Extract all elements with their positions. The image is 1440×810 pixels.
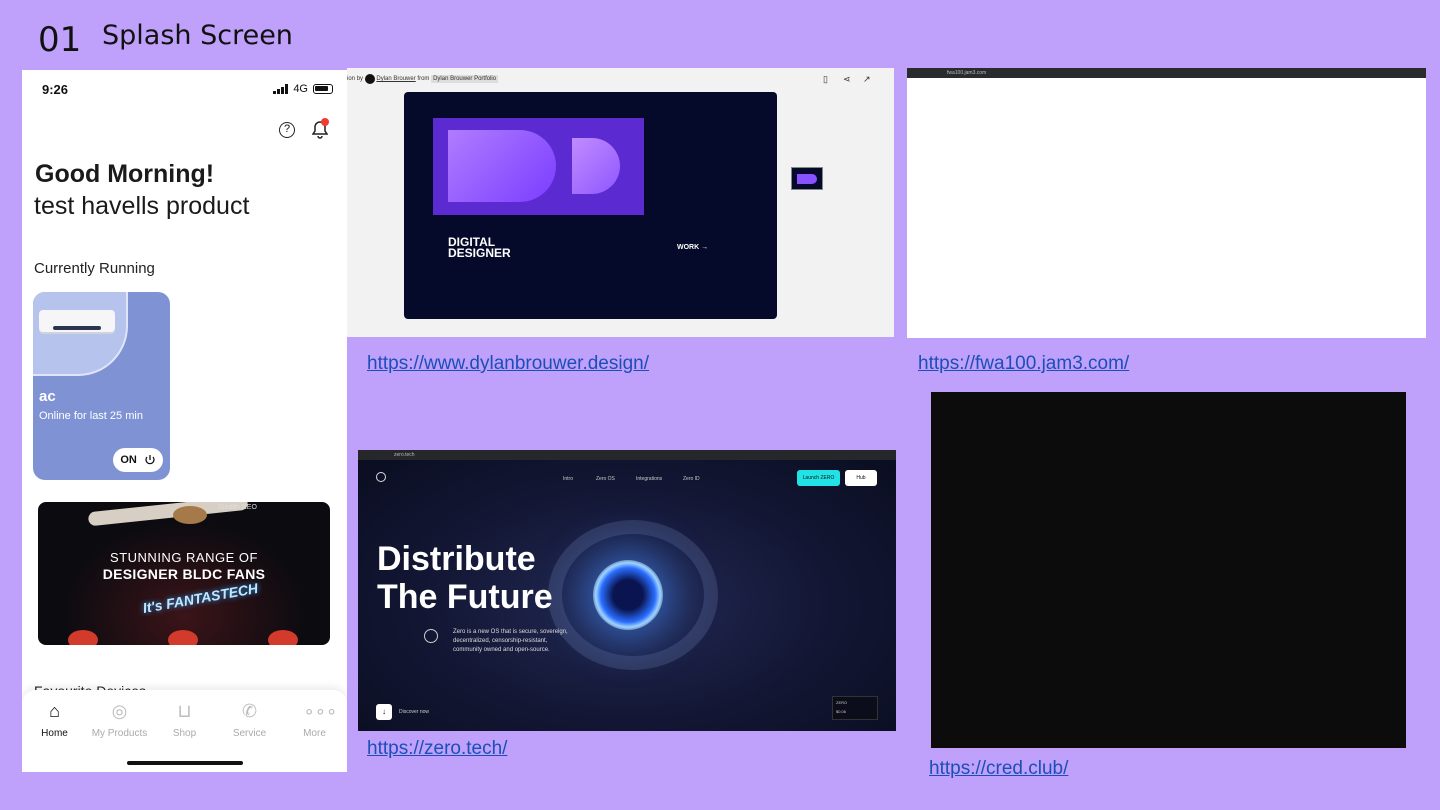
toolbar-by: by xyxy=(356,76,364,82)
ticker-name: ZERO xyxy=(836,700,848,705)
screenshot-cred xyxy=(931,392,1406,748)
tab-label: Shop xyxy=(172,728,197,739)
discover-link: Discover now xyxy=(399,709,430,715)
site-headline: DIGITAL DESIGNER xyxy=(448,235,511,260)
bottom-tab-bar: ⌂ Home ◎ My Products ⊔ Shop ✆ Service ∘∘∘ Mor… xyxy=(22,690,347,772)
link-zero[interactable]: https://zero.tech/ xyxy=(367,738,507,760)
fan-product xyxy=(68,630,98,645)
power-toggle[interactable]: ON xyxy=(113,448,163,472)
moon-icon xyxy=(424,629,438,643)
promo-banner[interactable]: Stealth NEO STUNNING RANGE OF DESIGNER B… xyxy=(38,502,330,645)
tab-label: Home xyxy=(41,728,68,739)
collection-link[interactable]: Dylan Brouwer Portfolio xyxy=(431,75,499,83)
fan-product xyxy=(168,630,198,645)
ac-vent xyxy=(53,326,101,330)
tab-home[interactable]: ⌂ Home xyxy=(22,700,87,739)
ticker-value: $0.06 xyxy=(836,709,847,714)
tab-label: Service xyxy=(232,728,267,739)
device-card[interactable]: ac Online for last 25 min ON xyxy=(33,292,170,480)
slide-number: 01 xyxy=(38,20,82,60)
status-time: 9:26 xyxy=(42,82,69,97)
banner-brand: Stealth NEO xyxy=(218,504,257,511)
device-status: Online for last 25 min xyxy=(39,410,143,422)
viewer-toolbar: ion by Dylan Brouwer from Dylan Brouwer … xyxy=(347,68,894,90)
tab-label: More xyxy=(303,728,326,739)
price-ticker: ZERO $0.06 xyxy=(832,696,878,720)
screenshot-fwa100: fwa100.jam3.com xyxy=(907,68,1426,338)
link-dylanbrouwer[interactable]: https://www.dylanbrouwer.design/ xyxy=(367,353,649,375)
greeting: Good Morning! xyxy=(35,160,215,188)
site-preview: DIGITAL DESIGNER WORK → xyxy=(404,92,777,319)
notification-dot xyxy=(321,118,329,126)
browser-bar: zero.tech xyxy=(358,450,896,460)
link-fwa100[interactable]: https://fwa100.jam3.com/ xyxy=(918,353,1129,375)
tab-label: My Products xyxy=(91,728,148,739)
tab-shop[interactable]: ⊔ Shop xyxy=(152,700,217,739)
status-indicators: 4G xyxy=(273,83,333,95)
section-currently-running: Currently Running xyxy=(34,260,155,277)
logo-d-shape xyxy=(448,130,556,202)
nav-intro: Intro xyxy=(563,476,574,482)
tab-service[interactable]: ✆ Service xyxy=(217,700,282,739)
zero-description: Zero is a new OS that is secure, soverei… xyxy=(453,629,568,653)
home-icon: ⌂ xyxy=(49,701,60,721)
signal-icon xyxy=(273,84,289,94)
orb-graphic xyxy=(593,560,663,630)
zero-headline-1: Distribute xyxy=(377,540,536,578)
tab-more[interactable]: ∘∘∘ More xyxy=(282,700,347,739)
banner-line2: DESIGNER BLDC FANS xyxy=(102,566,266,582)
banner-line1: STUNNING RANGE OF xyxy=(110,550,258,565)
hub-button: Hub xyxy=(845,470,877,486)
nav-integrations: Integrations xyxy=(636,476,663,482)
share-icon[interactable]: ⋖ xyxy=(843,74,851,85)
zero-headline-2: The Future xyxy=(377,578,553,616)
nav-zero-id: Zero ID xyxy=(683,476,700,482)
zero-logo-icon xyxy=(376,472,386,482)
device-illustration xyxy=(33,292,128,376)
work-link: WORK → xyxy=(677,244,709,251)
launch-button: Launch ZERO xyxy=(797,470,840,486)
battery-icon xyxy=(313,84,333,94)
toolbar-from: from xyxy=(417,76,430,82)
toolbar-prefix: ion xyxy=(347,76,356,82)
link-cred[interactable]: https://cred.club/ xyxy=(929,758,1068,780)
phone-screenshot: 9:26 4G ? Good Morning! test havells pro… xyxy=(22,70,347,772)
slide-title: Splash Screen xyxy=(102,20,293,51)
power-label: ON xyxy=(120,454,137,466)
bookmark-icon[interactable]: ▯ xyxy=(823,74,828,85)
user-name: test havells product xyxy=(34,192,250,220)
screenshot-zero: zero.tech Intro Zero OS Integrations Zer… xyxy=(358,450,896,731)
home-indicator xyxy=(127,761,243,765)
power-icon xyxy=(144,455,155,465)
nav-zero-os: Zero OS xyxy=(596,476,615,482)
tab-my-products[interactable]: ◎ My Products xyxy=(87,700,152,739)
external-link-icon[interactable]: ↗ xyxy=(863,74,871,85)
plug-icon: ◎ xyxy=(111,701,128,721)
browser-bar: fwa100.jam3.com xyxy=(907,68,1426,78)
arrow-down-icon: ↓ xyxy=(376,704,392,720)
help-icon[interactable]: ? xyxy=(279,122,295,138)
device-name: ac xyxy=(39,388,56,405)
author-avatar xyxy=(364,74,375,84)
cart-icon: ⊔ xyxy=(177,701,192,721)
thumbnail[interactable] xyxy=(791,167,823,190)
banner-line3: It's FANTASTECH xyxy=(141,579,260,617)
fan-product xyxy=(268,630,298,645)
network-label: 4G xyxy=(293,83,308,95)
phone-icon: ✆ xyxy=(241,701,258,721)
more-icon: ∘∘∘ xyxy=(303,701,338,721)
screenshot-dylanbrouwer: ion by Dylan Brouwer from Dylan Brouwer … xyxy=(347,68,894,337)
fan-hub xyxy=(173,506,207,524)
author-link[interactable]: Dylan Brouwer xyxy=(376,76,415,82)
